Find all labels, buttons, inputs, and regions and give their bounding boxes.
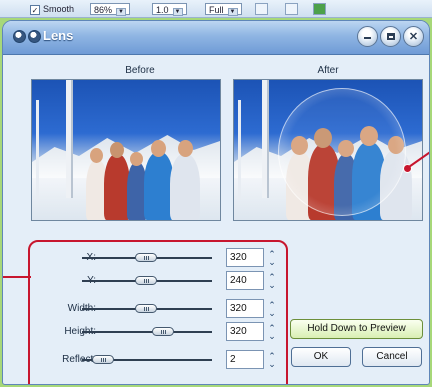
dropdown-arrow-icon: ▼: [227, 8, 238, 16]
reflect-spinner[interactable]: ⌃ ⌄: [265, 350, 279, 369]
before-label: Before: [125, 65, 155, 76]
after-preview-image: [233, 79, 423, 221]
hand-tool-button[interactable]: [255, 3, 268, 15]
callout-line-controls: [3, 276, 31, 278]
x-slider-thumb[interactable]: [135, 253, 157, 262]
smooth-toggle[interactable]: ✓ Smooth: [30, 3, 74, 15]
title-bar[interactable]: Lens ✕: [3, 21, 429, 55]
maximize-button[interactable]: [380, 26, 401, 47]
smooth-checkbox[interactable]: ✓: [30, 5, 40, 15]
zoom-combo[interactable]: 86% ▼: [90, 3, 131, 16]
y-input[interactable]: 240: [226, 271, 264, 290]
pin-icon[interactable]: [13, 30, 26, 43]
cancel-button[interactable]: Cancel: [362, 347, 422, 367]
chevron-down-icon[interactable]: ⌄: [268, 308, 276, 317]
minimize-icon: [364, 37, 371, 39]
after-label: After: [317, 65, 339, 76]
chevron-icon[interactable]: [28, 30, 41, 43]
ratio-combo[interactable]: 1.0 ▼: [152, 3, 187, 16]
x-input[interactable]: 320: [226, 248, 264, 267]
ratio-value: 1.0: [156, 5, 169, 15]
reflect-slider-thumb[interactable]: [92, 355, 114, 364]
background-toolbar: ✓ Smooth 86% ▼ 1.0 ▼ Full ▼: [0, 0, 432, 18]
reflect-input[interactable]: 2: [226, 350, 264, 369]
close-button[interactable]: ✕: [403, 26, 424, 47]
height-slider-thumb[interactable]: [152, 327, 174, 336]
dialog-title: Lens: [43, 28, 74, 43]
dropdown-arrow-icon: ▼: [172, 8, 183, 16]
height-spinner[interactable]: ⌃ ⌄: [265, 322, 279, 341]
page-icon: [285, 3, 298, 15]
width-slider-thumb[interactable]: [135, 304, 157, 313]
controls-highlight-frame: X: 320 ⌃⌄ Y: 240 ⌃⌄ Width: 320 ⌃⌄ Height…: [28, 240, 288, 384]
page-tool-button[interactable]: [285, 3, 298, 15]
lens-dialog: Lens ✕ Before After 320 ⌃ ⌄ 240 ⌃ ⌄ 320 …: [2, 20, 430, 385]
before-preview-image: [31, 79, 221, 221]
zoom-value: 86%: [94, 5, 113, 15]
width-input[interactable]: 320: [226, 299, 264, 318]
chevron-down-icon[interactable]: ⌄: [268, 331, 276, 340]
y-spinner[interactable]: ⌃ ⌄: [265, 271, 279, 290]
fit-value: Full: [209, 5, 224, 15]
image-icon: [313, 3, 326, 15]
x-spinner[interactable]: ⌃ ⌄: [265, 248, 279, 267]
image-tool-button[interactable]: [313, 3, 326, 15]
y-slider-thumb[interactable]: [135, 276, 157, 285]
ok-button[interactable]: OK: [291, 347, 351, 367]
dropdown-arrow-icon: ▼: [116, 8, 127, 16]
hold-to-preview-button[interactable]: Hold Down to Preview: [290, 319, 423, 339]
minimize-button[interactable]: [357, 26, 378, 47]
fit-combo[interactable]: Full ▼: [205, 3, 242, 16]
width-spinner[interactable]: ⌃ ⌄: [265, 299, 279, 318]
chevron-down-icon[interactable]: ⌄: [268, 280, 276, 289]
height-input[interactable]: 320: [226, 322, 264, 341]
chevron-down-icon[interactable]: ⌄: [268, 359, 276, 368]
lens-effect-region: [278, 88, 406, 216]
close-icon: ✕: [408, 31, 419, 43]
maximize-icon: [386, 33, 395, 40]
chevron-down-icon[interactable]: ⌄: [268, 257, 276, 266]
height-slider-track[interactable]: [82, 331, 212, 333]
hand-icon: [255, 3, 268, 15]
smooth-label: Smooth: [43, 4, 75, 14]
